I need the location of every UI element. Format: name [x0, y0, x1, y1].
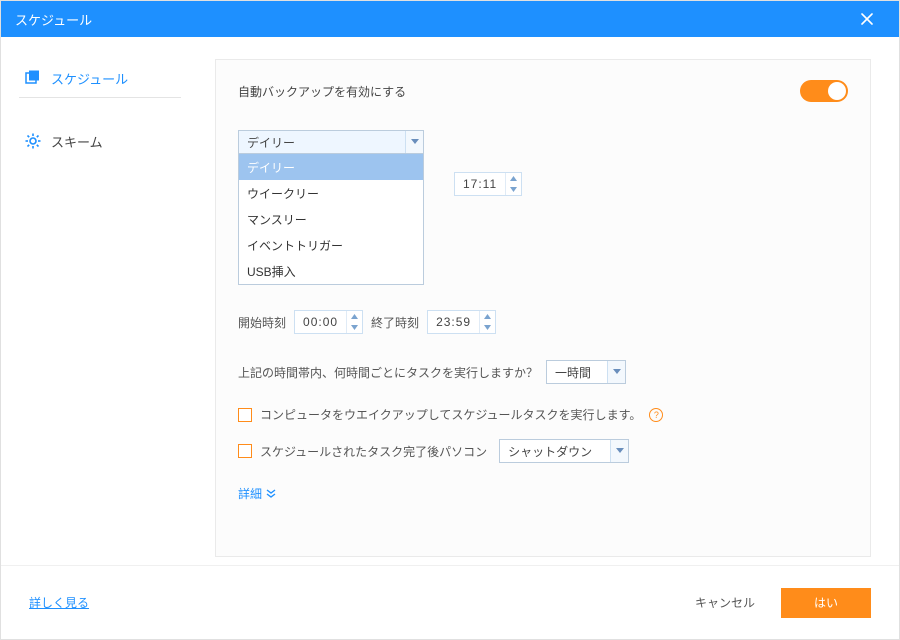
enable-backup-label: 自動バックアップを有効にする	[238, 83, 406, 100]
frequency-option-daily[interactable]: デイリー	[239, 154, 423, 180]
chevron-down-icon	[610, 440, 628, 462]
sidebar-item-scheme[interactable]: スキーム	[1, 122, 199, 160]
frequency-dropdown: デイリー ウイークリー マンスリー イベントトリガー USB挿入	[238, 153, 424, 285]
frequency-option-usb[interactable]: USB挿入	[239, 258, 423, 284]
after-task-value: シャットダウン	[500, 443, 610, 460]
sidebar-item-label: スケジュール	[51, 69, 128, 88]
start-time-spinner[interactable]: 00:00	[294, 310, 363, 334]
after-task-select[interactable]: シャットダウン	[499, 439, 629, 463]
time-spinner[interactable]: 17:11	[454, 172, 522, 196]
sidebar-item-schedule[interactable]: スケジュール	[1, 59, 199, 97]
toggle-knob	[828, 82, 846, 100]
interval-question: 上記の時間帯内、何時間ごとにタスクを実行しますか？	[238, 364, 538, 381]
start-time-label: 開始時刻	[238, 314, 286, 331]
end-time-spinner[interactable]: 23:59	[427, 310, 496, 334]
end-time-value: 23:59	[428, 315, 479, 329]
close-icon	[861, 13, 873, 25]
close-button[interactable]	[849, 1, 885, 37]
chevron-double-down-icon	[266, 489, 276, 499]
learn-more-link[interactable]: 詳しく見る	[29, 594, 89, 611]
frequency-value: デイリー	[239, 134, 405, 151]
help-icon[interactable]: ?	[649, 408, 663, 422]
more-link[interactable]: 詳細	[238, 485, 276, 502]
end-time-label: 終了時刻	[371, 314, 419, 331]
spinner-buttons[interactable]	[346, 311, 362, 333]
gear-icon	[25, 133, 41, 149]
frequency-option-monthly[interactable]: マンスリー	[239, 206, 423, 232]
interval-value: 一時間	[547, 364, 607, 381]
more-label: 詳細	[238, 485, 262, 502]
spinner-buttons[interactable]	[479, 311, 495, 333]
frequency-select[interactable]: デイリー	[238, 130, 424, 154]
frequency-option-weekly[interactable]: ウイークリー	[239, 180, 423, 206]
wake-label: コンピュータをウエイクアップしてスケジュールタスクを実行します。	[260, 406, 641, 423]
after-task-label: スケジュールされたタスク完了後パソコン	[260, 443, 487, 460]
chevron-down-icon	[405, 131, 423, 153]
spinner-buttons[interactable]	[505, 173, 521, 195]
interval-select[interactable]: 一時間	[546, 360, 626, 384]
sidebar-item-label: スキーム	[51, 132, 103, 151]
enable-backup-toggle[interactable]	[800, 80, 848, 102]
ok-button[interactable]: はい	[781, 588, 871, 618]
frequency-option-event[interactable]: イベントトリガー	[239, 232, 423, 258]
dialog-title: スケジュール	[15, 10, 92, 29]
time-value: 17:11	[455, 177, 505, 191]
chevron-down-icon	[607, 361, 625, 383]
after-task-checkbox[interactable]	[238, 444, 252, 458]
cancel-button[interactable]: キャンセル	[675, 588, 775, 618]
schedule-icon	[25, 70, 41, 86]
start-time-value: 00:00	[295, 315, 346, 329]
wake-checkbox[interactable]	[238, 408, 252, 422]
